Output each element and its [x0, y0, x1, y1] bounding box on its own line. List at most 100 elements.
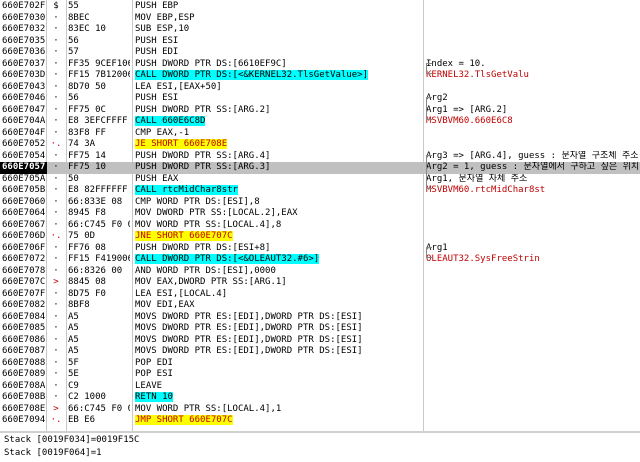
- comment-cell[interactable]: [426, 208, 638, 220]
- address-cell[interactable]: 660E708A: [0, 381, 47, 393]
- disasm-row[interactable]: 660E7067 · 66:C745 F0 08 MOV WORD PTR SS:[L…: [0, 220, 640, 232]
- comment-cell[interactable]: [426, 312, 638, 324]
- instruction-cell[interactable]: RETN 10: [135, 392, 422, 404]
- instruction-cell[interactable]: PUSH ESI: [135, 93, 422, 105]
- instruction-cell[interactable]: PUSH ESI: [135, 36, 422, 48]
- address-cell[interactable]: 660E7032: [0, 24, 47, 36]
- address-cell[interactable]: 660E7086: [0, 335, 47, 347]
- address-cell[interactable]: 660E706D: [0, 231, 47, 243]
- hex-bytes-cell[interactable]: FF75 14: [68, 151, 130, 163]
- hex-bytes-cell[interactable]: 56: [68, 93, 130, 105]
- hex-bytes-cell[interactable]: 66:8326 00: [68, 266, 130, 278]
- comment-cell[interactable]: [426, 220, 638, 232]
- instruction-cell[interactable]: CALL rtcMidChar8str: [135, 185, 422, 197]
- comment-cell[interactable]: Arg1: [426, 243, 638, 255]
- comment-cell[interactable]: Arg3 => [ARG.4], guess : 문자열 구조체 주소: [426, 151, 638, 163]
- address-cell[interactable]: 660E7087: [0, 346, 47, 358]
- disasm-row[interactable]: 660E703D · FF15 7B120066 CALL DWORD PTR DS:…: [0, 70, 640, 82]
- hex-bytes-cell[interactable]: 66:C745 F0 08: [68, 220, 130, 232]
- address-cell[interactable]: 660E7057: [0, 162, 47, 174]
- instruction-cell[interactable]: CALL DWORD PTR DS:[<&OLEAUT32.#6>]: [135, 254, 422, 266]
- hex-bytes-cell[interactable]: 8945 F8: [68, 208, 130, 220]
- instruction-cell[interactable]: SUB ESP,10: [135, 24, 422, 36]
- comment-cell[interactable]: [426, 82, 638, 94]
- hex-bytes-cell[interactable]: 8BEC: [68, 13, 130, 25]
- hex-bytes-cell[interactable]: FF76 08: [68, 243, 130, 255]
- hex-bytes-cell[interactable]: FF75 0C: [68, 105, 130, 117]
- comment-cell[interactable]: Arg1, 문자열 자체 주소: [426, 174, 638, 186]
- hex-bytes-cell[interactable]: E8 3EFCFFFF: [68, 116, 130, 128]
- disasm-row[interactable]: 660E704A · E8 3EFCFFFF CALL 660E6C8D MSVBVM6…: [0, 116, 640, 128]
- address-cell[interactable]: 660E704F: [0, 128, 47, 140]
- address-cell[interactable]: 660E7067: [0, 220, 47, 232]
- hex-bytes-cell[interactable]: 74 3A: [68, 139, 130, 151]
- comment-cell[interactable]: [426, 231, 638, 243]
- address-cell[interactable]: 660E7078: [0, 266, 47, 278]
- address-cell[interactable]: 660E7046: [0, 93, 47, 105]
- comment-cell[interactable]: [426, 381, 638, 393]
- hex-bytes-cell[interactable]: FF15 7B120066: [68, 70, 130, 82]
- disasm-row[interactable]: 660E7084 · A5 MOVS DWORD PTR ES:[EDI],DWORD…: [0, 312, 640, 324]
- hex-bytes-cell[interactable]: A5: [68, 323, 130, 335]
- disasm-row[interactable]: 660E7037 · FF35 9CEF1066 PUSH DWORD PTR DS:…: [0, 59, 640, 71]
- instruction-cell[interactable]: AND WORD PTR DS:[ESI],0000: [135, 266, 422, 278]
- address-cell[interactable]: 660E704A: [0, 116, 47, 128]
- disassembly-pane[interactable]: 660E702F $55 PUSH EBP 660E7030 · 8BEC MOV EBP,…: [0, 0, 640, 431]
- comment-cell[interactable]: [426, 266, 638, 278]
- address-cell[interactable]: 660E7084: [0, 312, 47, 324]
- comment-cell[interactable]: OLEAUT32.SysFreeStrin: [426, 254, 638, 266]
- disasm-row[interactable]: 660E7035 · 56 PUSH ESI: [0, 36, 640, 48]
- address-cell[interactable]: 660E7082: [0, 300, 47, 312]
- instruction-cell[interactable]: PUSH DWORD PTR SS:[ARG.4]: [135, 151, 422, 163]
- address-cell[interactable]: 660E7047: [0, 105, 47, 117]
- disasm-row[interactable]: 660E707F · 8D75 F0 LEA ESI,[LOCAL.4]: [0, 289, 640, 301]
- disasm-row[interactable]: 660E7057 · FF75 10 PUSH DWORD PTR SS:[ARG.3…: [0, 162, 640, 174]
- disasm-row[interactable]: 660E7054 · FF75 14 PUSH DWORD PTR SS:[ARG.4…: [0, 151, 640, 163]
- address-cell[interactable]: 660E705B: [0, 185, 47, 197]
- instruction-cell[interactable]: JMP SHORT 660E707C: [135, 415, 422, 427]
- instruction-cell[interactable]: MOV EAX,DWORD PTR SS:[ARG.1]: [135, 277, 422, 289]
- hex-bytes-cell[interactable]: 8BF8: [68, 300, 130, 312]
- comment-cell[interactable]: [426, 323, 638, 335]
- instruction-cell[interactable]: POP ESI: [135, 369, 422, 381]
- disasm-row[interactable]: 660E7085 · A5 MOVS DWORD PTR ES:[EDI],DWORD…: [0, 323, 640, 335]
- disasm-row[interactable]: 660E7030 · 8BEC MOV EBP,ESP: [0, 13, 640, 25]
- comment-cell[interactable]: [426, 13, 638, 25]
- comment-cell[interactable]: [426, 139, 638, 151]
- instruction-cell[interactable]: LEAVE: [135, 381, 422, 393]
- hex-bytes-cell[interactable]: 66:833E 08: [68, 197, 130, 209]
- hex-bytes-cell[interactable]: FF35 9CEF1066: [68, 59, 130, 71]
- comment-cell[interactable]: MSVBVM60.660E6C8: [426, 116, 638, 128]
- disasm-row[interactable]: 660E7082 · 8BF8 MOV EDI,EAX: [0, 300, 640, 312]
- instruction-cell[interactable]: PUSH EAX: [135, 174, 422, 186]
- instruction-cell[interactable]: CALL 660E6C8D: [135, 116, 422, 128]
- hex-bytes-cell[interactable]: A5: [68, 335, 130, 347]
- instruction-cell[interactable]: LEA ESI,[EAX+50]: [135, 82, 422, 94]
- instruction-cell[interactable]: CMP EAX,-1: [135, 128, 422, 140]
- address-cell[interactable]: 660E708E: [0, 404, 47, 416]
- disasm-row[interactable]: 660E708E >66:C745 F0 01 MOV WORD PTR SS:[L…: [0, 404, 640, 416]
- comment-cell[interactable]: [426, 392, 638, 404]
- instruction-cell[interactable]: MOV EBP,ESP: [135, 13, 422, 25]
- comment-cell[interactable]: [426, 277, 638, 289]
- instruction-cell[interactable]: MOV DWORD PTR SS:[LOCAL.2],EAX: [135, 208, 422, 220]
- address-cell[interactable]: 660E706F: [0, 243, 47, 255]
- disasm-row[interactable]: 660E702F $55 PUSH EBP: [0, 1, 640, 13]
- disasm-row[interactable]: 660E7089 · 5E POP ESI: [0, 369, 640, 381]
- instruction-cell[interactable]: PUSH DWORD PTR SS:[ARG.2]: [135, 105, 422, 117]
- hex-bytes-cell[interactable]: 83EC 10: [68, 24, 130, 36]
- comment-cell[interactable]: [426, 415, 638, 427]
- disasm-row[interactable]: 660E7072 · FF15 F4190066 CALL DWORD PTR DS:…: [0, 254, 640, 266]
- comment-cell[interactable]: Index = 10.: [426, 59, 638, 71]
- disasm-row[interactable]: 660E7036 · 57 PUSH EDI: [0, 47, 640, 59]
- instruction-cell[interactable]: LEA ESI,[LOCAL.4]: [135, 289, 422, 301]
- disasm-row[interactable]: 660E7032 · 83EC 10 SUB ESP,10: [0, 24, 640, 36]
- hex-bytes-cell[interactable]: 56: [68, 36, 130, 48]
- disasm-row[interactable]: 660E7087 · A5 MOVS DWORD PTR ES:[EDI],DWORD…: [0, 346, 640, 358]
- hex-bytes-cell[interactable]: A5: [68, 312, 130, 324]
- address-cell[interactable]: 660E702F: [0, 1, 47, 13]
- disasm-row[interactable]: 660E708B · C2 1000 RETN 10: [0, 392, 640, 404]
- comment-cell[interactable]: [426, 128, 638, 140]
- instruction-cell[interactable]: CMP WORD PTR DS:[ESI],8: [135, 197, 422, 209]
- address-cell[interactable]: 660E7030: [0, 13, 47, 25]
